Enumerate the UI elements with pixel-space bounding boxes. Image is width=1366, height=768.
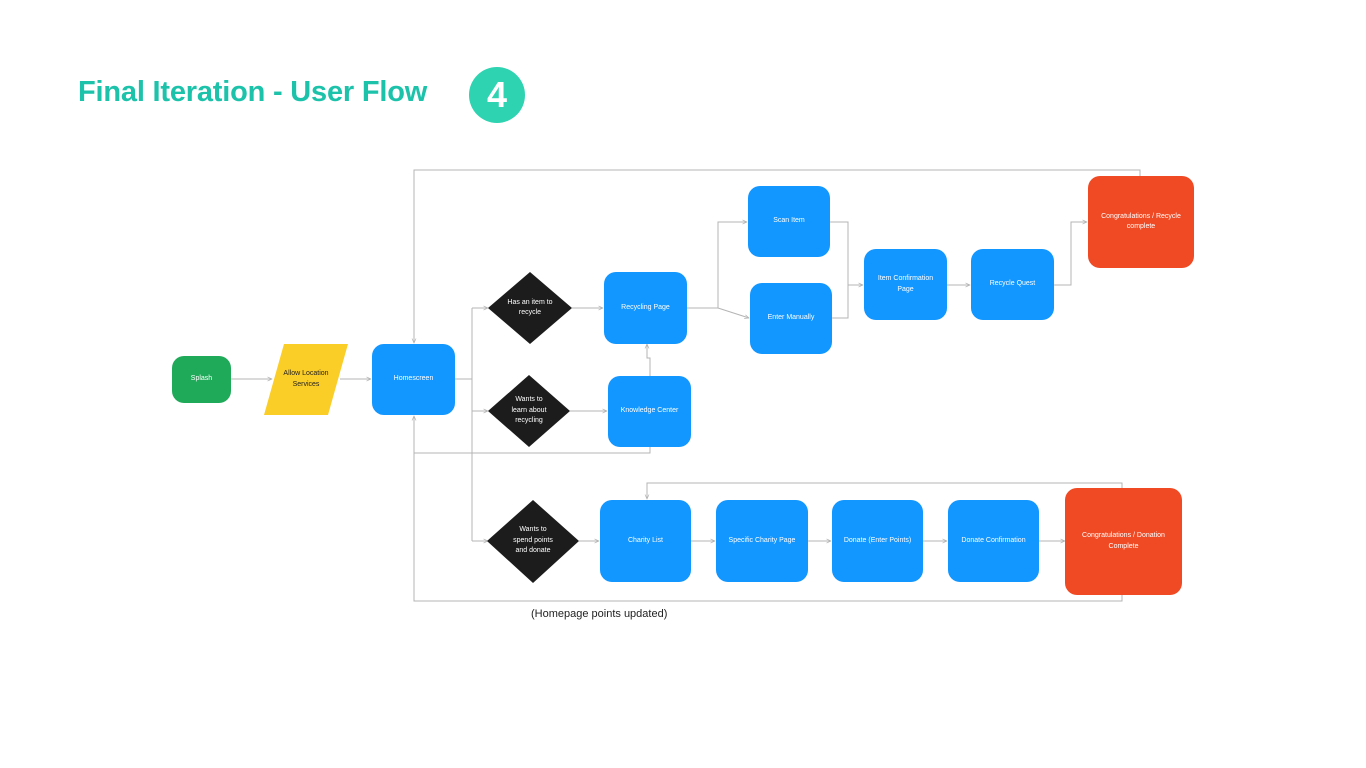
specific-charity-node: Specific Charity Page	[716, 500, 808, 582]
enter-manually-node: Enter Manually	[750, 283, 832, 354]
edge-manual-confirm	[832, 285, 849, 319]
decision-donate-label: Wants to spend points and donate	[513, 526, 553, 555]
edge-quest-congrats	[1054, 222, 1087, 286]
edge-scan-confirm	[830, 221, 863, 285]
congrats-recycle-node: Congratulations / Recycle complete	[1088, 176, 1194, 268]
edge-congrats-list-loop	[647, 482, 1123, 499]
edge-split-manual	[717, 307, 749, 318]
homescreen-node: Homescreen	[372, 344, 455, 415]
footnote-label: (Homepage points updated)	[531, 608, 668, 620]
donate-confirmation-node: Donate Confirmation	[948, 500, 1039, 582]
congrats-donation-node: Congratulations / Donation Complete	[1065, 488, 1182, 595]
edge-knowledge-recycling	[647, 344, 651, 376]
recycling-page-node: Recycling Page	[604, 272, 687, 344]
decision-recycle-label: Has an item to recycle	[507, 298, 553, 317]
edge-split-scan	[717, 222, 747, 308]
decision-learn-label: Wants to learn about recycling	[511, 396, 547, 425]
knowledge-center-node: Knowledge Center	[608, 376, 691, 447]
donate-points-node: Donate (Enter Points)	[832, 500, 923, 582]
allow-location-label: Allow Location Services	[283, 370, 329, 388]
item-confirmation-node: Item Confirmation Page	[864, 249, 947, 320]
splash-node: Splash	[172, 356, 231, 403]
scan-item-node: Scan Item	[748, 186, 830, 257]
recycle-quest-node: Recycle Quest	[971, 249, 1054, 320]
charity-list-node: Charity List	[600, 500, 691, 582]
